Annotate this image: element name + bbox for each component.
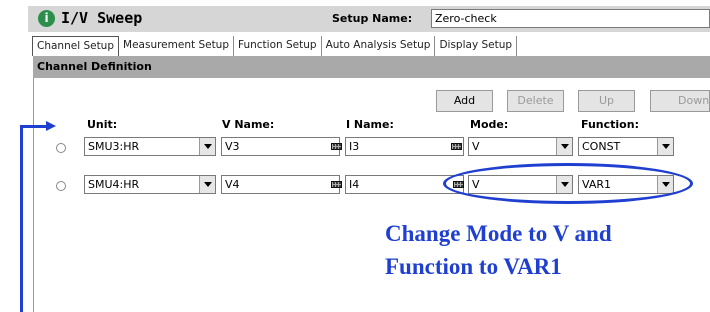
column-header-mode: Mode: [470, 118, 509, 131]
i-name-value: I3 [349, 140, 360, 153]
column-header-unit: Unit: [87, 118, 118, 131]
channel-definition-header: Channel Definition [33, 56, 710, 78]
column-header-function: Function: [581, 118, 639, 131]
chevron-down-icon[interactable] [657, 138, 673, 155]
function-value: CONST [582, 140, 621, 153]
tab-display-setup[interactable]: Display Setup [435, 36, 518, 56]
v-name-field-smu3[interactable]: V3 [221, 137, 340, 156]
add-button[interactable]: Add [436, 90, 493, 112]
column-header-v-name: V Name: [222, 118, 275, 131]
mode-value: V [472, 140, 480, 153]
setup-name-label: Setup Name: [332, 12, 413, 25]
keyboard-icon[interactable] [451, 143, 462, 150]
annotation-line-1: Change Mode to V and [385, 221, 612, 246]
row-select-radio-smu4[interactable] [56, 181, 66, 191]
tab-function-setup[interactable]: Function Setup [234, 36, 322, 56]
v-name-field-smu4[interactable]: V4 [221, 175, 340, 194]
delete-button[interactable]: Delete [507, 90, 564, 112]
info-icon[interactable]: i [38, 10, 55, 27]
v-name-value: V4 [225, 178, 240, 191]
annotation-line-2: Function to VAR1 [385, 254, 562, 279]
v-name-value: V3 [225, 140, 240, 153]
arrow-right-icon [46, 121, 56, 131]
tab-channel-setup[interactable]: Channel Setup [32, 36, 120, 56]
unit-value: SMU4:HR [88, 178, 140, 191]
down-button[interactable]: Down [650, 90, 710, 112]
unit-value: SMU3:HR [88, 140, 140, 153]
setup-name-field[interactable]: Zero-check [431, 9, 710, 28]
tab-measurement-setup[interactable]: Measurement Setup [119, 36, 234, 56]
tab-bar: Channel Setup Measurement Setup Function… [32, 36, 518, 56]
annotation-callout: Change Mode to V and Function to VAR1 [385, 217, 612, 283]
i-name-field-smu3[interactable]: I3 [345, 137, 464, 156]
function-select-smu3[interactable]: CONST [578, 137, 674, 156]
unit-select-smu4[interactable]: SMU4:HR [84, 175, 216, 194]
annotation-highlight-ellipse [443, 163, 693, 204]
app-title: I/V Sweep [61, 9, 143, 27]
keyboard-icon[interactable] [331, 143, 342, 150]
tab-auto-analysis-setup[interactable]: Auto Analysis Setup [322, 36, 436, 56]
i-name-value: I4 [349, 178, 360, 191]
keyboard-icon[interactable] [331, 181, 342, 188]
annotation-arrow-line [20, 125, 23, 312]
row-select-radio-smu3[interactable] [56, 143, 66, 153]
column-header-i-name: I Name: [346, 118, 394, 131]
chevron-down-icon[interactable] [199, 176, 215, 193]
unit-select-smu3[interactable]: SMU3:HR [84, 137, 216, 156]
mode-select-smu3[interactable]: V [468, 137, 573, 156]
chevron-down-icon[interactable] [199, 138, 215, 155]
up-button[interactable]: Up [578, 90, 635, 112]
chevron-down-icon[interactable] [556, 138, 572, 155]
annotation-arrow-line [22, 125, 48, 128]
